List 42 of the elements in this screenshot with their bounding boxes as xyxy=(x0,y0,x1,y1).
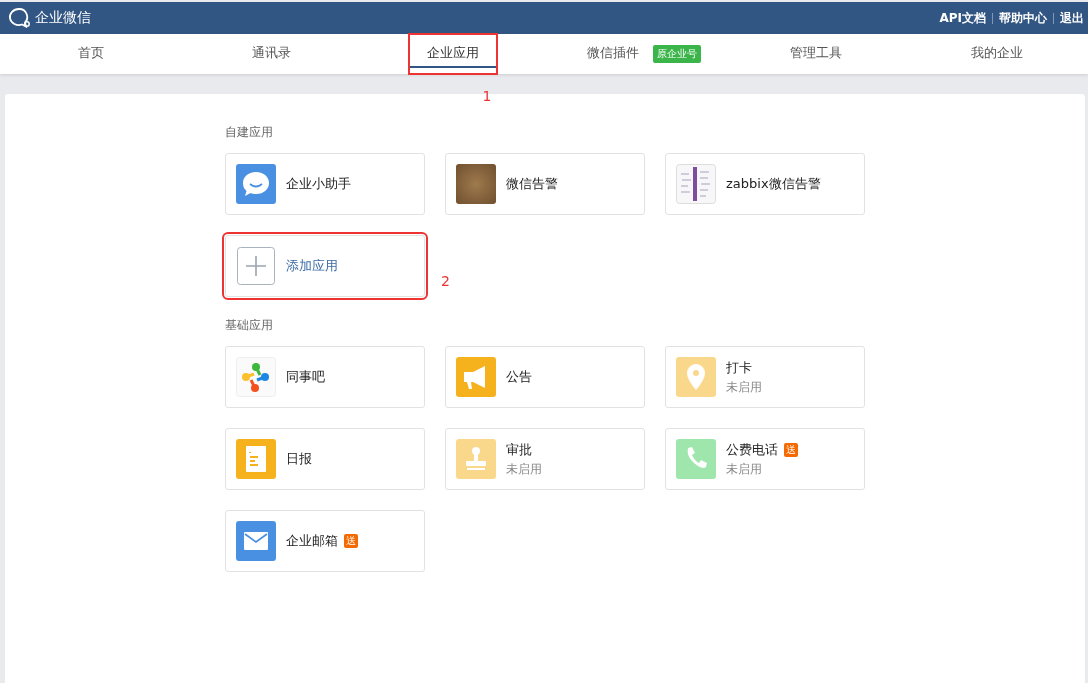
app-card[interactable]: 同事吧 xyxy=(225,346,425,408)
app-name: zabbix微信告警 xyxy=(726,175,821,193)
app-name: 审批 xyxy=(506,440,532,459)
app-status: 未启用 xyxy=(726,378,762,396)
section-title: 基础应用 xyxy=(225,317,274,334)
chat-bubbles-logo-icon xyxy=(8,7,32,29)
app-name: 企业小助手 xyxy=(286,175,351,193)
app-name: 同事吧 xyxy=(286,368,325,386)
nav-tab[interactable]: 我的企业 xyxy=(953,34,1042,74)
section-title: 自建应用 xyxy=(225,124,274,141)
app-name: 打卡 xyxy=(726,358,752,377)
app-card[interactable]: 日报 xyxy=(225,428,425,490)
app-name: 企业邮箱 xyxy=(286,532,338,550)
app-card[interactable]: 打卡 未启用 xyxy=(665,346,865,408)
add-app-card[interactable]: 添加应用 xyxy=(225,235,425,297)
app-card[interactable]: zabbix微信告警 xyxy=(665,153,865,215)
app-name: 日报 xyxy=(286,450,312,468)
nav-tab[interactable]: 首页 xyxy=(59,34,122,74)
annotation-number: 2 xyxy=(441,273,450,289)
header-link[interactable]: API文档 xyxy=(933,9,992,27)
edition-badge: 原企业号 xyxy=(652,45,701,63)
app-card[interactable]: 企业邮箱 送 xyxy=(225,510,425,572)
app-card[interactable]: 审批 未启用 xyxy=(445,428,645,490)
nav-tab[interactable]: 管理工具 xyxy=(772,34,860,74)
gift-badge: 送 xyxy=(344,534,358,548)
app-card[interactable]: 公费电话 送 未启用 xyxy=(665,428,865,490)
brand-name: 企业微信 xyxy=(35,9,91,27)
app-name: 公费电话 xyxy=(726,440,778,459)
annotation-number: 1 xyxy=(482,88,492,104)
app-name: 公告 xyxy=(506,368,532,386)
header-link[interactable]: 退出 xyxy=(1054,9,1084,27)
header-link[interactable]: 帮助中心 xyxy=(993,9,1053,27)
app-status: 未启用 xyxy=(726,460,763,478)
nav-tab[interactable]: 企业应用 xyxy=(409,34,498,74)
nav-tab[interactable]: 通讯录 xyxy=(234,34,310,74)
app-name: 微信告警 xyxy=(506,175,558,193)
app-name: 添加应用 xyxy=(286,257,338,275)
app-card[interactable]: 微信告警 xyxy=(445,153,645,215)
app-status: 未启用 xyxy=(506,460,542,478)
app-card[interactable]: 公告 xyxy=(445,346,645,408)
gift-badge: 送 xyxy=(784,442,798,457)
app-card[interactable]: 企业小助手 xyxy=(225,153,425,215)
